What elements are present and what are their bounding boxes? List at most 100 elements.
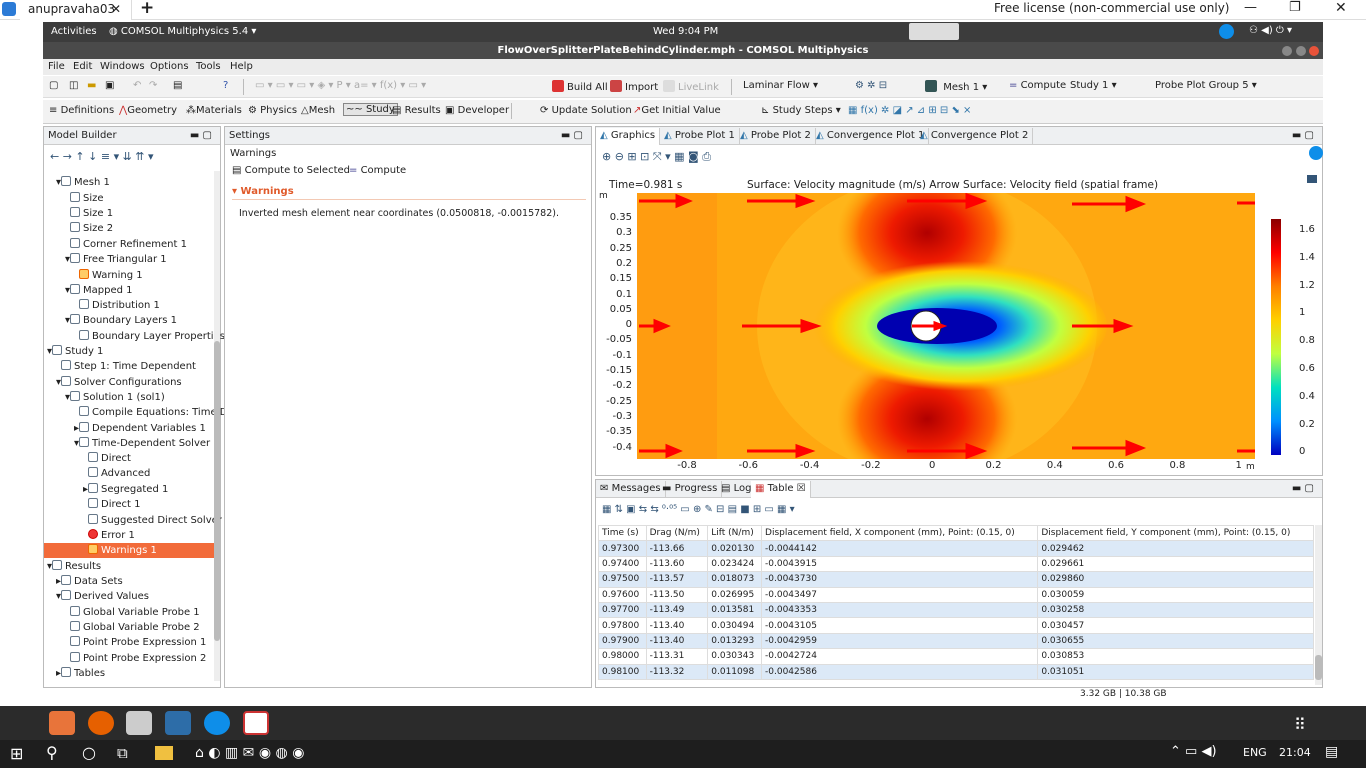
- table-cell[interactable]: 0.018073: [707, 571, 763, 588]
- table-cell[interactable]: 0.97700: [598, 601, 647, 619]
- tree-item[interactable]: Advanced: [44, 466, 214, 481]
- table-cell[interactable]: 0.98000: [598, 648, 647, 665]
- redo-icon[interactable]: ↷: [149, 80, 157, 91]
- tree-item[interactable]: ▸ Data Sets: [44, 574, 214, 589]
- table-cell[interactable]: 0.011098: [707, 663, 763, 680]
- table-cell[interactable]: 0.030059: [1037, 586, 1314, 603]
- table-cell[interactable]: 0.97800: [598, 617, 647, 634]
- tree-item[interactable]: Direct 1: [44, 497, 214, 512]
- table-cell[interactable]: 0.030853: [1037, 648, 1314, 665]
- tree-expander[interactable]: ▸: [44, 482, 88, 497]
- tab-developer[interactable]: ▣ Developer: [445, 105, 509, 116]
- tab-convergence-plot-2[interactable]: ◭ Convergence Plot 2: [916, 128, 1034, 145]
- model-tools-icons[interactable]: ▭ ▾ ▭ ▾ ▭ ▾ ◈ ▾ P ▾ a= ▾ f(x) ▾ ▭ ▾: [255, 80, 426, 91]
- tree-item[interactable]: Compile Equations: Time Dependent: [44, 405, 275, 420]
- study-steps-dropdown[interactable]: ⊾ Study Steps ▾: [761, 105, 841, 116]
- table-cell[interactable]: -113.49: [645, 601, 709, 619]
- explorer-icon[interactable]: [155, 746, 173, 760]
- get-initial-value-button[interactable]: ↗Get Initial Value: [633, 105, 721, 116]
- search-icon[interactable]: ⚲: [46, 743, 58, 762]
- tree-expander[interactable]: ▾: [44, 375, 61, 390]
- notification-icon[interactable]: ▤: [1325, 744, 1338, 760]
- menu-help[interactable]: Help: [230, 61, 253, 72]
- open-folder-icon[interactable]: ▬: [87, 80, 96, 91]
- blank-model-icon[interactable]: ◫: [69, 80, 78, 91]
- study-tools-icons[interactable]: ▦ f(x) ✲ ◪ ↗ ⊿ ⊞ ⊟ ⬊ ⨯: [848, 105, 971, 116]
- column-header[interactable]: Time (s): [598, 525, 647, 542]
- table-cell[interactable]: 0.029462: [1037, 540, 1314, 557]
- tab-table[interactable]: ▦ Table ☒: [751, 481, 811, 498]
- table-cell[interactable]: -0.0043730: [761, 571, 1039, 588]
- tab-definitions[interactable]: ≡ Definitions: [49, 105, 114, 116]
- table-cell[interactable]: 0.020130: [707, 540, 763, 557]
- tree-item[interactable]: Direct: [44, 451, 214, 466]
- tree-item[interactable]: ▾ Derived Values: [44, 589, 214, 604]
- table-cell[interactable]: 0.030494: [707, 617, 763, 634]
- tree-item[interactable]: ▸ Tables: [44, 666, 214, 681]
- firefox-icon[interactable]: [88, 711, 114, 735]
- table-cell[interactable]: -113.40: [645, 632, 709, 650]
- tree-item[interactable]: ▾ Time-Dependent Solver 1: [44, 436, 220, 451]
- show-apps-grid-icon[interactable]: ⠿: [1294, 715, 1306, 734]
- table-cell[interactable]: -0.0043353: [761, 601, 1039, 619]
- table-row[interactable]: 0.97300 -113.66 0.020130 -0.0044142 0.029462: [598, 540, 1314, 557]
- table-cell[interactable]: -0.0043105: [761, 617, 1039, 634]
- taskbar-app-icons[interactable]: ⌂ ◐ ▥ ✉ ◉ ◍ ◉: [195, 745, 304, 761]
- tree-item[interactable]: Global Variable Probe 2: [44, 620, 214, 635]
- tree-item[interactable]: ▾ Study 1: [44, 344, 214, 359]
- minimize-icon[interactable]: —: [1244, 0, 1257, 15]
- windows-start-icon[interactable]: ⊞: [10, 744, 23, 763]
- tree-item[interactable]: Distribution 1: [44, 298, 214, 313]
- session-tab[interactable]: anupravaha03 ✕: [20, 0, 132, 20]
- table-row[interactable]: 0.97900 -113.40 0.013293 -0.0042959 0.030655: [598, 632, 1314, 650]
- app-dock-icon[interactable]: [243, 711, 269, 735]
- table-cell[interactable]: -0.0043497: [761, 586, 1039, 603]
- tab-messages[interactable]: ✉ Messages: [596, 481, 666, 498]
- table-cell[interactable]: 0.97900: [598, 632, 647, 650]
- table-scrollbar[interactable]: [1315, 525, 1322, 685]
- graphics-toolbar[interactable]: ⊕ ⊖ ⊞ ⊡ ⤧ ▾ ▦ ◙ ⎙: [602, 150, 711, 164]
- save-icon[interactable]: ▣: [105, 80, 114, 91]
- model-builder-toolbar[interactable]: ← → ↑ ↓ ≡ ▾ ⇊ ⇈ ▾: [50, 150, 154, 163]
- tree-expander[interactable]: ▾: [44, 175, 61, 190]
- tree-item[interactable]: Size 2: [44, 221, 214, 236]
- app-menu-button[interactable]: ◍ COMSOL Multiphysics 5.4 ▾: [109, 26, 256, 37]
- close-icon[interactable]: ✕: [111, 0, 121, 19]
- table-cell[interactable]: 0.029860: [1037, 571, 1314, 588]
- menu-tools[interactable]: Tools: [196, 61, 221, 72]
- activities-button[interactable]: Activities: [51, 26, 97, 37]
- table-cell[interactable]: 0.030457: [1037, 617, 1314, 634]
- close-window-icon[interactable]: ✕: [1335, 0, 1347, 16]
- tree-expander[interactable]: ▾: [44, 390, 70, 405]
- tree-expander[interactable]: ▾: [44, 436, 79, 451]
- table-row[interactable]: 0.98000 -113.31 0.030343 -0.0042724 0.030853: [598, 648, 1314, 665]
- table-cell[interactable]: -0.0042959: [761, 632, 1039, 650]
- table-cell[interactable]: -0.0043915: [761, 555, 1039, 573]
- taskbar-clock[interactable]: 21:04: [1279, 746, 1311, 759]
- teamviewer-dock-icon[interactable]: [204, 711, 230, 735]
- import-button[interactable]: Import: [610, 80, 658, 93]
- tree-item[interactable]: Global Variable Probe 1: [44, 605, 214, 620]
- table-cell[interactable]: 0.030258: [1037, 601, 1314, 619]
- task-view-icon[interactable]: ⧉: [117, 744, 128, 762]
- table-cell[interactable]: 0.023424: [707, 555, 763, 573]
- mesh-dropdown[interactable]: Mesh 1 ▾: [925, 80, 987, 93]
- tab-results[interactable]: ▤ Results: [392, 105, 441, 116]
- tree-item[interactable]: Point Probe Expression 1: [44, 635, 214, 650]
- table-row[interactable]: 0.97700 -113.49 0.013581 -0.0043353 0.030258: [598, 601, 1314, 619]
- laminar-flow-dropdown[interactable]: Laminar Flow ▾: [743, 80, 818, 91]
- tray-icons[interactable]: ⌃ ▭ ◀): [1170, 744, 1217, 759]
- table-cell[interactable]: 0.013293: [707, 632, 763, 650]
- tree-item[interactable]: ▾ Solution 1 (sol1): [44, 390, 214, 405]
- tab-progress[interactable]: ▬ Progress: [658, 481, 723, 498]
- tree-item[interactable]: Size 1: [44, 206, 214, 221]
- build-all-button[interactable]: Build All: [552, 80, 608, 93]
- settings-compute-button[interactable]: = Compute: [349, 165, 406, 176]
- apps-icon[interactable]: [49, 711, 75, 735]
- tree-expander[interactable]: ▾: [44, 344, 52, 359]
- panel-window-controls[interactable]: ▬ ▢: [561, 127, 583, 144]
- tree-expander[interactable]: ▾: [44, 283, 70, 298]
- menu-edit[interactable]: Edit: [73, 61, 92, 72]
- panel-window-controls[interactable]: ▬ ▢: [1292, 127, 1314, 144]
- table-cell[interactable]: -113.57: [645, 571, 709, 588]
